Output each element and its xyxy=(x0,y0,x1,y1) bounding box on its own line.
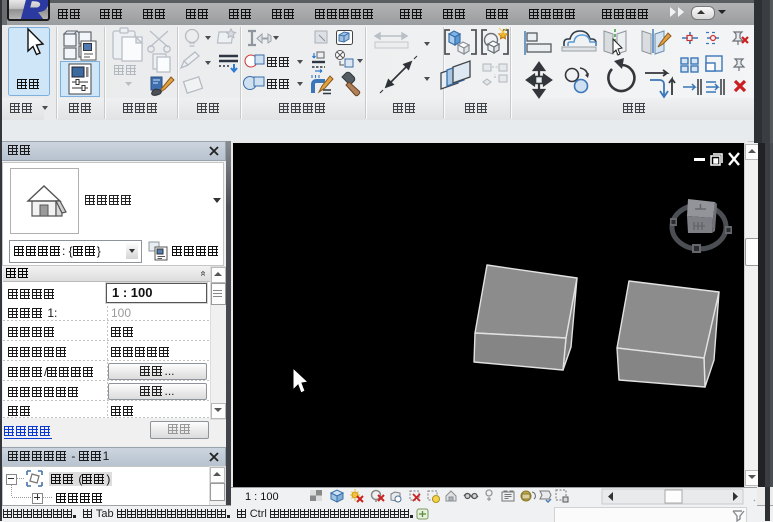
svg-text:1 : 100: 1 : 100 xyxy=(245,491,279,503)
